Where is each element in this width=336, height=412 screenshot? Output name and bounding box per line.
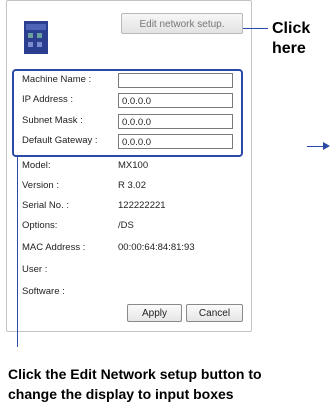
edit-network-setup-button[interactable]: Edit network setup. xyxy=(121,13,243,34)
caption-line-1: Click the Edit Network setup button to xyxy=(8,366,262,382)
serial-row: Serial No. : 122222221 xyxy=(22,200,237,214)
callout-click-here: Click here xyxy=(272,19,332,59)
ip-address-label: IP Address : xyxy=(22,94,74,105)
apply-button[interactable]: Apply xyxy=(127,304,182,322)
instruction-caption: Click the Edit Network setup button to c… xyxy=(8,364,332,404)
device-icon xyxy=(24,21,48,54)
options-label: Options: xyxy=(22,220,58,231)
default-gateway-input[interactable]: 0.0.0.0 xyxy=(118,134,233,149)
cancel-button[interactable]: Cancel xyxy=(186,304,243,322)
default-gateway-row: Default Gateway : 0.0.0.0 xyxy=(22,134,237,150)
version-value: R 3.02 xyxy=(118,180,146,191)
options-value: /DS xyxy=(118,220,134,231)
ip-address-row: IP Address : 0.0.0.0 xyxy=(22,93,237,109)
model-label: Model: xyxy=(22,160,51,171)
callout-line xyxy=(243,28,268,29)
callout-line-1: Click xyxy=(272,20,311,37)
caption-line-2: change the display to input boxes xyxy=(8,386,234,402)
user-row: User : xyxy=(22,264,237,278)
version-row: Version : R 3.02 xyxy=(22,180,237,194)
model-value: MX100 xyxy=(118,160,149,171)
software-label: Software : xyxy=(22,286,65,297)
subnet-mask-row: Subnet Mask : 0.0.0.0 xyxy=(22,114,237,130)
callout-line-2: here xyxy=(272,40,306,57)
machine-name-row: Machine Name : xyxy=(22,73,237,89)
options-row: Options: /DS xyxy=(22,220,237,234)
machine-name-label: Machine Name : xyxy=(22,74,92,85)
software-row: Software : xyxy=(22,286,237,300)
mac-address-label: MAC Address : xyxy=(22,242,86,253)
machine-name-input[interactable] xyxy=(118,73,233,88)
subnet-mask-input[interactable]: 0.0.0.0 xyxy=(118,114,233,129)
mac-address-value: 00:00:64:84:81:93 xyxy=(118,242,195,253)
ip-address-input[interactable]: 0.0.0.0 xyxy=(118,93,233,108)
mac-address-row: MAC Address : 00:00:64:84:81:93 xyxy=(22,242,237,256)
version-label: Version : xyxy=(22,180,59,191)
user-label: User : xyxy=(22,264,48,275)
caption-pointer-line xyxy=(17,157,18,347)
default-gateway-label: Default Gateway : xyxy=(22,135,98,146)
arrow-right-icon xyxy=(323,142,330,150)
serial-value: 122222221 xyxy=(118,200,166,211)
serial-label: Serial No. : xyxy=(22,200,69,211)
subnet-mask-label: Subnet Mask : xyxy=(22,115,83,126)
model-row: Model: MX100 xyxy=(22,160,237,174)
